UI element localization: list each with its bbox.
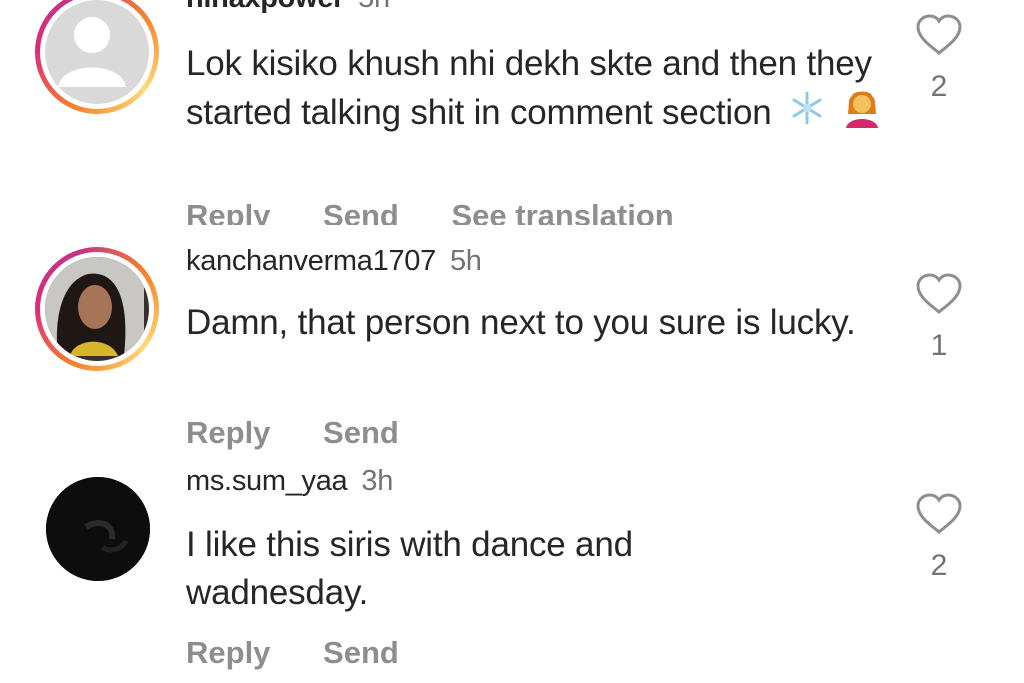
like-count: 2	[930, 549, 948, 582]
comment-item: kanchanverma1707 5h Damn, that person nex…	[0, 225, 1024, 450]
heart-icon[interactable]	[915, 493, 963, 535]
heart-icon[interactable]	[915, 14, 963, 56]
heart-icon[interactable]	[915, 273, 963, 315]
send-button[interactable]: Send	[323, 635, 399, 670]
reply-button[interactable]: Reply	[186, 198, 270, 225]
default-avatar-icon	[58, 17, 126, 87]
comment-time: 3h	[361, 465, 394, 497]
comment-username[interactable]: kanchanverma1707 5h	[186, 245, 482, 278]
comment-text: Lok kisiko khush nhi dekh skte and then …	[186, 40, 886, 141]
avatar[interactable]	[35, 247, 159, 371]
username-text[interactable]: ninaxpower	[186, 0, 344, 14]
username-text[interactable]: kanchanverma1707	[186, 245, 436, 277]
comment-actions: Reply Send	[186, 635, 443, 671]
comment-text: Damn, that person next to you sure is lu…	[186, 303, 856, 342]
comment-item: ms.sum_yaa 3h I like this siris with danc…	[0, 445, 1024, 683]
comment-item: ninaxpower 5h Lok kisiko khush nhi dekh s…	[0, 0, 1024, 225]
profile-photo	[46, 477, 150, 581]
comment-text: I like this siris with dance and wadnesd…	[186, 525, 633, 612]
comment-time: 5h	[449, 245, 482, 277]
username-text[interactable]: ms.sum_yaa	[186, 465, 348, 497]
profile-photo	[45, 257, 144, 356]
see-translation-button[interactable]: See translation	[451, 198, 673, 225]
avatar[interactable]	[35, 0, 159, 114]
reply-button[interactable]: Reply	[186, 635, 270, 670]
comment-time: 5h	[358, 0, 390, 14]
avatar[interactable]	[46, 477, 150, 581]
comment-username[interactable]: ms.sum_yaa 3h	[186, 465, 393, 498]
woman-frowning-icon	[843, 88, 881, 141]
snowflake-emoji-icon	[789, 90, 825, 139]
like-count: 2	[930, 70, 948, 103]
like-count: 1	[930, 329, 948, 362]
send-button[interactable]: Send	[323, 198, 399, 225]
comment-actions: Reply Send See translation	[186, 198, 718, 225]
comment-username[interactable]: ninaxpower 5h	[186, 0, 390, 15]
